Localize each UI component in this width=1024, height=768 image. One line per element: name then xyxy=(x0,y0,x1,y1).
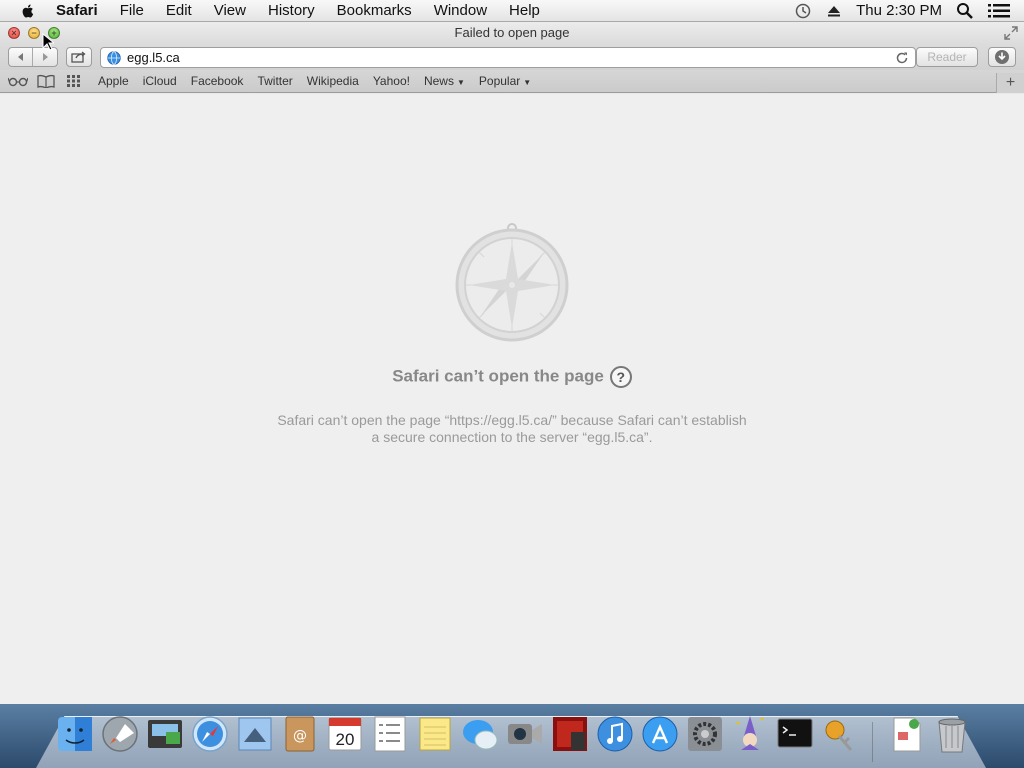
svg-text:@: @ xyxy=(293,728,307,744)
new-tab-button[interactable]: + xyxy=(996,73,1024,93)
keychain-icon[interactable] xyxy=(821,714,859,754)
terminal-icon[interactable] xyxy=(776,714,814,754)
messages-icon[interactable] xyxy=(461,714,499,754)
top-sites-grid-icon[interactable] xyxy=(64,74,84,88)
error-heading: Safari can’t open the page? xyxy=(0,366,1024,388)
page-content: Safari can’t open the page? Safari can’t… xyxy=(0,94,1024,704)
reader-button[interactable]: Reader xyxy=(916,47,978,67)
share-icon xyxy=(71,51,86,63)
calendar-icon[interactable]: 20 xyxy=(326,714,364,754)
menu-history[interactable]: History xyxy=(257,2,326,19)
eject-icon[interactable] xyxy=(826,3,842,19)
bookmark-twitter[interactable]: Twitter xyxy=(257,74,292,88)
time-machine-icon[interactable] xyxy=(794,2,812,20)
system-preferences-icon[interactable] xyxy=(686,714,724,754)
back-button[interactable] xyxy=(9,48,34,66)
reminders-icon[interactable] xyxy=(371,714,409,754)
bookmark-folder-popular-label: Popular xyxy=(478,74,521,88)
mouse-cursor-icon xyxy=(42,33,54,51)
window-title: Failed to open page xyxy=(454,25,570,40)
contacts-icon[interactable]: @ xyxy=(281,714,319,754)
downloads-button[interactable] xyxy=(988,47,1016,67)
chevron-down-icon: ▼ xyxy=(456,78,465,87)
forward-arrow-icon xyxy=(43,53,48,61)
address-bar[interactable]: egg.l5.ca xyxy=(100,47,916,68)
bookmark-icloud[interactable]: iCloud xyxy=(143,74,177,88)
back-arrow-icon xyxy=(17,53,23,61)
app-store-icon[interactable] xyxy=(641,714,679,754)
menu-edit[interactable]: Edit xyxy=(155,2,203,19)
calendar-day: 20 xyxy=(336,730,355,749)
dock-separator xyxy=(872,722,873,762)
menu-bookmarks[interactable]: Bookmarks xyxy=(326,2,423,19)
notification-center-icon[interactable] xyxy=(988,3,1010,19)
globe-icon xyxy=(107,50,121,65)
mail-icon[interactable] xyxy=(236,714,274,754)
itunes-icon[interactable] xyxy=(596,714,634,754)
menu-help[interactable]: Help xyxy=(498,2,551,19)
chevron-down-icon: ▼ xyxy=(523,78,532,87)
preview-icon[interactable] xyxy=(888,714,926,754)
reading-list-icon[interactable] xyxy=(8,74,28,88)
wizard-icon[interactable] xyxy=(731,714,769,754)
menu-extras: Thu 2:30 PM xyxy=(794,0,1024,22)
finder-icon[interactable] xyxy=(56,714,94,754)
error-title-text: Safari can’t open the page xyxy=(392,366,604,386)
bookmarks-book-icon[interactable] xyxy=(36,74,56,88)
bookmarks-bar: Apple iCloud Facebook Twitter Wikipedia … xyxy=(0,70,1024,93)
menu-app-safari[interactable]: Safari xyxy=(53,2,109,19)
error-message: Safari can’t open the page “https://egg.… xyxy=(262,412,762,446)
reload-icon[interactable] xyxy=(895,51,909,65)
menu-file[interactable]: File xyxy=(109,2,155,19)
spotlight-search-icon[interactable] xyxy=(956,2,974,20)
menu-view[interactable]: View xyxy=(203,2,257,19)
url-text[interactable]: egg.l5.ca xyxy=(127,50,180,65)
safari-compass-icon xyxy=(455,223,569,342)
share-button[interactable] xyxy=(66,47,92,67)
bookmark-wikipedia[interactable]: Wikipedia xyxy=(307,74,359,88)
photo-booth-icon[interactable] xyxy=(551,714,589,754)
menu-clock[interactable]: Thu 2:30 PM xyxy=(856,2,942,19)
window-titlebar[interactable]: × − + Failed to open page xyxy=(0,22,1024,44)
error-message-line-1: Safari can’t open the page “https://egg.… xyxy=(277,412,747,428)
bookmark-folder-popular[interactable]: Popular ▼ xyxy=(479,74,531,88)
image-capture-icon[interactable] xyxy=(146,714,184,754)
help-button[interactable]: ? xyxy=(609,366,632,388)
browser-toolbar: egg.l5.ca Reader xyxy=(0,44,1024,70)
trash-icon[interactable] xyxy=(933,714,971,754)
bookmark-apple[interactable]: Apple xyxy=(98,74,129,88)
bookmark-folder-news[interactable]: News ▼ xyxy=(424,74,465,88)
apple-menu-icon[interactable] xyxy=(17,2,39,20)
launchpad-icon[interactable] xyxy=(101,714,139,754)
bookmark-folder-news-label: News xyxy=(423,74,454,88)
menu-bar: Safari File Edit View History Bookmarks … xyxy=(0,0,1024,22)
notes-icon[interactable] xyxy=(416,714,454,754)
bookmark-facebook[interactable]: Facebook xyxy=(191,74,244,88)
facetime-icon[interactable] xyxy=(506,714,544,754)
fullscreen-icon[interactable] xyxy=(1004,26,1018,40)
menu-window[interactable]: Window xyxy=(423,2,498,19)
error-message-line-2: a secure connection to the server “egg.l… xyxy=(371,429,653,445)
bookmark-yahoo[interactable]: Yahoo! xyxy=(373,74,410,88)
download-icon xyxy=(995,50,1009,64)
safari-icon[interactable] xyxy=(191,714,229,754)
desktop-dock-area: @ 20 xyxy=(0,704,1024,768)
